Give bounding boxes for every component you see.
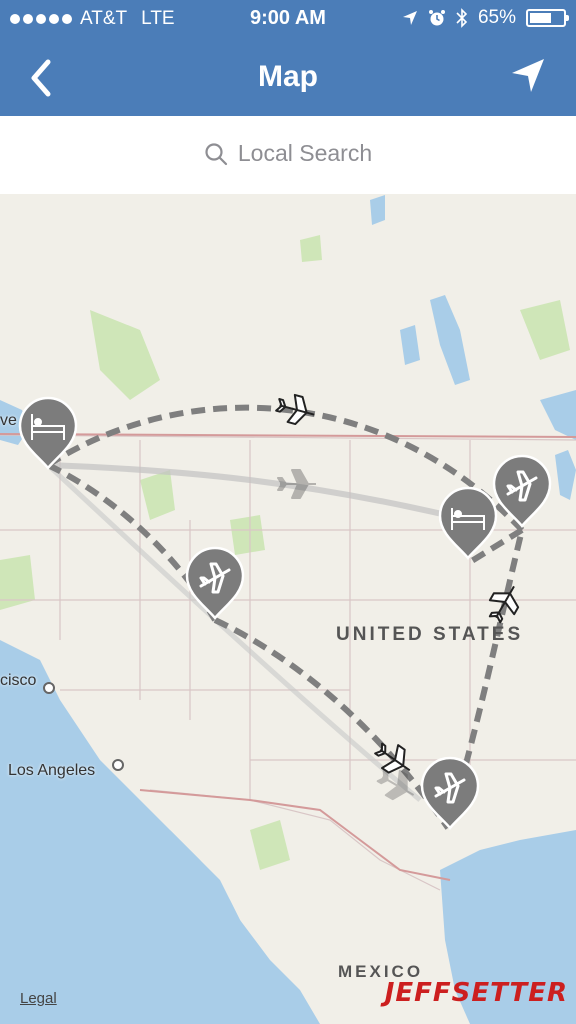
map-pin-airport-dallas [420, 756, 480, 830]
search-placeholder: Local Search [237, 140, 373, 166]
search-bar[interactable]: Local Search [0, 116, 576, 194]
city-label-los-angeles: Los Angeles [8, 762, 96, 779]
park-area [300, 235, 322, 262]
park-area [230, 515, 265, 555]
country-label-united-states: UNITED STATES [336, 624, 524, 645]
park-area [90, 310, 160, 400]
park-area [0, 555, 35, 610]
alarm-icon [428, 10, 445, 26]
map-pin-hotel-chicago [438, 486, 498, 560]
bluetooth-icon [456, 8, 468, 28]
lake-michigan [555, 450, 576, 500]
airplane-icon [376, 769, 415, 801]
page-title: Map [258, 60, 318, 93]
status-right: 65% [402, 7, 569, 29]
watermark-logo: JEFFSETTER [384, 978, 568, 1008]
location-services-icon [402, 11, 417, 25]
airplane-icon [277, 469, 316, 499]
city-label-san-francisco: cisco [0, 672, 37, 689]
airplane-icon [275, 393, 315, 426]
search-field[interactable]: Local Search [0, 140, 576, 167]
search-icon [205, 142, 227, 165]
lake-winnipeg [430, 295, 470, 385]
status-bar: AT&T LTE 9:00 AM 65% [0, 0, 576, 38]
route-faded [47, 462, 469, 523]
navigation-bar: Map [0, 38, 576, 116]
canadian-lake-2 [400, 325, 420, 365]
city-label-vancouver: ve [0, 412, 17, 429]
map-pin-hotel-seattle [18, 396, 78, 470]
park-area [250, 820, 290, 870]
map-pin-airport-chicago [492, 454, 552, 528]
park-area [140, 470, 175, 520]
park-area [520, 300, 570, 360]
map-canvas [0, 195, 576, 1024]
airplane-icon [488, 585, 520, 624]
battery-icon [526, 9, 569, 27]
map-pin-airport-salt-lake [185, 546, 245, 620]
legal-link[interactable]: Legal [20, 990, 57, 1007]
city-dot-san-francisco [43, 682, 55, 694]
lake-superior [540, 390, 576, 440]
location-arrow-icon[interactable] [508, 56, 548, 96]
battery-percent: 65% [477, 7, 516, 28]
city-dot-los-angeles [112, 759, 124, 771]
map-view[interactable]: ve UNITED STATES cisco Los Angeles MEXIC… [0, 194, 576, 1024]
canadian-lake [370, 195, 385, 225]
